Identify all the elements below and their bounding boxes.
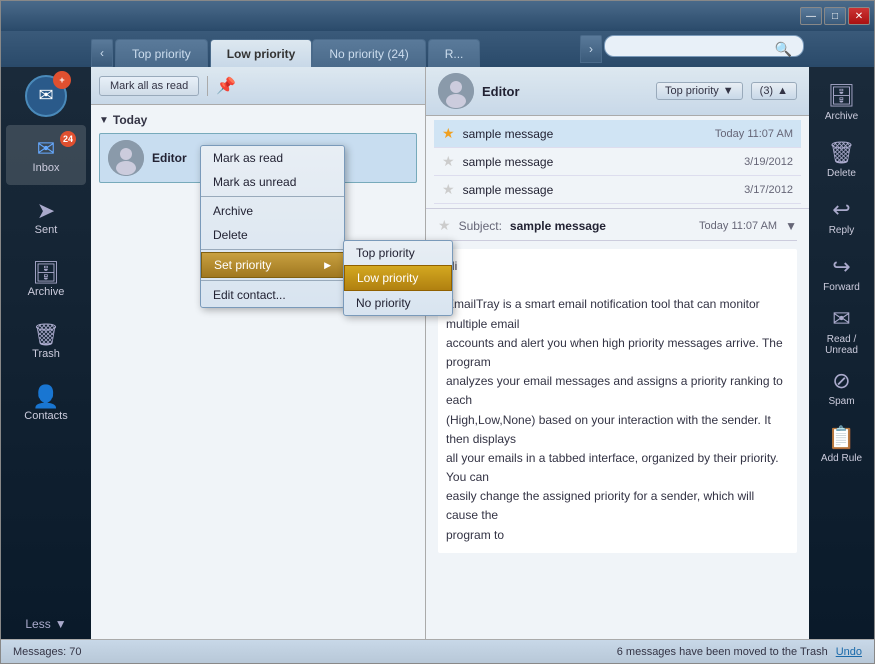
context-menu: Mark as read Mark as unread Archive Dele… [200, 145, 345, 308]
email-message-list: ★ sample message Today 11:07 AM ★ sample… [426, 116, 809, 208]
menu-separator-1 [201, 196, 344, 197]
sidebar-item-contacts[interactable]: 👤 Contacts [6, 373, 86, 433]
star-icon-2[interactable]: ★ [442, 181, 455, 198]
message-count-badge[interactable]: (3) ▲ [751, 82, 797, 100]
expand-button[interactable]: ▼ [785, 219, 797, 233]
sidebar-item-sent[interactable]: ➤ Sent [6, 187, 86, 247]
right-toolbar: 🗄 Archive 🗑 Delete ↩ Reply ↪ Forward ✉ R… [809, 67, 874, 639]
context-menu-edit-contact[interactable]: Edit contact... [201, 283, 344, 307]
section-header-today[interactable]: ▼ Today [99, 109, 417, 131]
status-bar: Messages: 70 6 messages have been moved … [1, 639, 874, 663]
main-area: ✉ + 24 ✉ Inbox ➤ Sent 🗄 Archive [1, 67, 874, 639]
contacts-icon: 👤 [32, 384, 59, 410]
rt-forward-icon: ↪ [832, 254, 850, 280]
email-body-section: ★ Subject: sample message Today 11:07 AM… [426, 208, 809, 561]
rt-reply-icon: ↩ [832, 197, 850, 223]
rt-add-rule-icon: 📋 [828, 425, 855, 451]
window-controls: — □ ✕ [800, 7, 870, 25]
message-row-0[interactable]: ★ sample message Today 11:07 AM [434, 120, 801, 148]
email-viewer: Editor Top priority ▼ (3) ▲ ★ sample mes… [426, 67, 809, 639]
search-icon: 🔍 [775, 41, 792, 58]
section-arrow-icon: ▼ [99, 115, 109, 126]
sidebar-item-archive[interactable]: 🗄 Archive [6, 249, 86, 309]
inbox-icon: ✉ [37, 136, 55, 162]
tab-no-priority[interactable]: No priority (24) [312, 39, 425, 67]
tab-top-priority[interactable]: Top priority [115, 39, 208, 67]
menu-separator-3 [201, 280, 344, 281]
tab-nav-right[interactable]: › [580, 35, 602, 63]
viewer-sender-avatar [438, 73, 474, 109]
context-menu-main: Mark as read Mark as unread Archive Dele… [200, 145, 345, 308]
tab-low-priority[interactable]: Low priority [210, 39, 313, 67]
sidebar-item-trash[interactable]: 🗑 Trash [6, 311, 86, 371]
chevron-down-icon: ▼ [55, 617, 67, 631]
archive-icon: 🗄 [32, 260, 60, 286]
context-menu-mark-read[interactable]: Mark as read [201, 146, 344, 170]
email-viewer-header: Editor Top priority ▼ (3) ▲ [426, 67, 809, 116]
context-menu-archive[interactable]: Archive [201, 199, 344, 223]
subject-star-icon[interactable]: ★ [438, 217, 451, 234]
tab-r[interactable]: R... [428, 39, 481, 67]
pin-icon[interactable]: 📌 [216, 76, 236, 96]
rt-spam-icon: ⊘ [832, 368, 850, 394]
mark-all-read-button[interactable]: Mark all as read [99, 76, 199, 96]
sidebar-item-inbox[interactable]: 24 ✉ Inbox [6, 125, 86, 185]
status-message-count: Messages: 70 [13, 646, 81, 658]
context-submenu: Top priority Low priority No priority [343, 240, 453, 316]
status-undo-link[interactable]: Undo [836, 646, 862, 658]
app-logo: ✉ + [21, 71, 71, 121]
rt-spam-button[interactable]: ⊘ Spam [814, 360, 869, 415]
context-menu-set-priority[interactable]: Set priority [201, 252, 344, 278]
submenu-top-priority[interactable]: Top priority [344, 241, 452, 265]
rt-archive-button[interactable]: 🗄 Archive [814, 75, 869, 130]
rt-read-unread-icon: ✉ [832, 306, 850, 332]
rt-read-unread-button[interactable]: ✉ Read / Unread [814, 303, 869, 358]
rt-delete-button[interactable]: 🗑 Delete [814, 132, 869, 187]
main-window: — □ ✕ ‹ Top priority Low priority No pri… [0, 0, 875, 664]
rt-archive-icon: 🗄 [828, 83, 856, 109]
submenu-no-priority[interactable]: No priority [344, 291, 452, 315]
logo-badge: + [53, 71, 71, 89]
email-body-text: Hi EmailTray is a smart email notificati… [438, 249, 797, 553]
context-menu-mark-unread[interactable]: Mark as unread [201, 170, 344, 194]
status-action-text: 6 messages have been moved to the Trash [617, 646, 828, 658]
svg-text:✉: ✉ [38, 85, 53, 105]
email-toolbar: Mark all as read 📌 [91, 67, 425, 105]
close-button[interactable]: ✕ [848, 7, 870, 25]
tab-nav-left[interactable]: ‹ [91, 39, 113, 67]
submenu-low-priority[interactable]: Low priority [344, 265, 452, 291]
sent-icon: ➤ [37, 198, 55, 224]
star-icon-1[interactable]: ★ [442, 153, 455, 170]
message-row-2[interactable]: ★ sample message 3/17/2012 [434, 176, 801, 204]
trash-icon: 🗑 [32, 322, 60, 348]
email-list-panel: Mark all as read 📌 ▼ Today [91, 67, 426, 639]
rt-add-rule-button[interactable]: 📋 Add Rule [814, 417, 869, 472]
rt-forward-button[interactable]: ↪ Forward [814, 246, 869, 301]
rt-delete-icon: 🗑 [828, 140, 856, 166]
email-subject-line: ★ Subject: sample message Today 11:07 AM… [438, 217, 797, 241]
priority-badge[interactable]: Top priority ▼ [656, 82, 743, 100]
email-sender-name: Editor [152, 151, 187, 165]
maximize-button[interactable]: □ [824, 7, 846, 25]
msg-count-arrow-icon: ▲ [777, 85, 788, 97]
toolbar-divider [207, 76, 208, 96]
email-avatar [108, 140, 144, 176]
rt-reply-button[interactable]: ↩ Reply [814, 189, 869, 244]
sidebar-less-button[interactable]: Less ▼ [6, 609, 86, 639]
priority-arrow-icon: ▼ [723, 85, 734, 97]
message-row-1[interactable]: ★ sample message 3/19/2012 [434, 148, 801, 176]
tab-bar: ‹ Top priority Low priority No priority … [1, 31, 874, 67]
title-bar: — □ ✕ [1, 1, 874, 31]
menu-separator-2 [201, 249, 344, 250]
inbox-badge: 24 [60, 131, 76, 147]
sidebar: ✉ + 24 ✉ Inbox ➤ Sent 🗄 Archive [1, 67, 91, 639]
context-menu-delete[interactable]: Delete [201, 223, 344, 247]
star-icon-0[interactable]: ★ [442, 125, 455, 142]
minimize-button[interactable]: — [800, 7, 822, 25]
viewer-sender-name: Editor [482, 84, 520, 99]
